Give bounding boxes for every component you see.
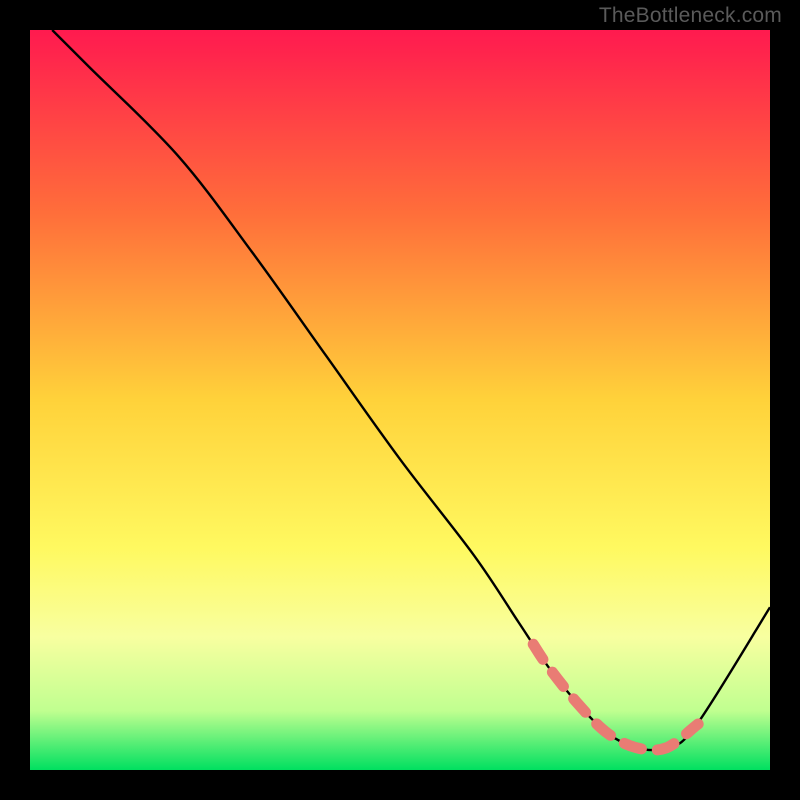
watermark-text: TheBottleneck.com	[599, 4, 782, 28]
plot-area	[30, 30, 770, 770]
plot-svg	[30, 30, 770, 770]
gradient-background	[30, 30, 770, 770]
